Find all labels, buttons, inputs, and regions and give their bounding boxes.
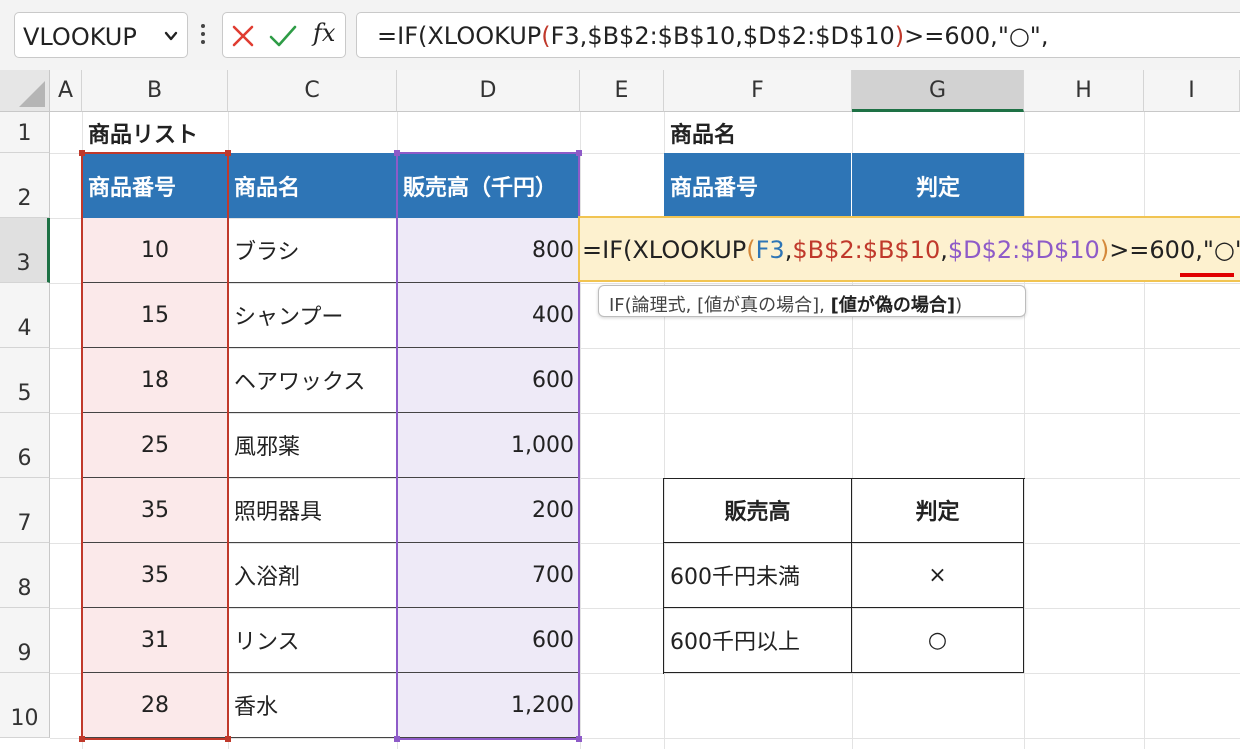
lookup-header-id[interactable]: 商品番号 [664,153,852,218]
range-highlight-d[interactable] [396,152,580,740]
tooltip-current-arg[interactable]: [値が偽の場合] [831,295,955,316]
formula-input[interactable]: =IF(XLOOKUP(F3,$B$2:$B$10,$D$2:$D$10)>=6… [356,12,1240,58]
row-header-5[interactable]: 5 [0,348,50,413]
range-handle[interactable] [576,736,582,742]
row-header-10[interactable]: 10 [0,673,50,738]
row-header-1[interactable]: 1 [0,112,50,153]
error-underline [1180,273,1234,277]
range-handle[interactable] [79,736,85,742]
formula-buttons: fx [222,12,346,58]
formula-part: >=600,"○", [904,22,1049,50]
select-all-button[interactable] [0,70,50,112]
row-header-9[interactable]: 9 [0,608,50,673]
column-header-f[interactable]: F [664,70,852,112]
enter-check-icon[interactable] [269,24,297,48]
formula-part: =IF(XLOOKUP [582,236,747,264]
list-cell-name[interactable]: 照明器具 [228,478,397,543]
function-tooltip[interactable]: IF(論理式, [値が真の場合], [値が偽の場合]) [598,285,1026,317]
list-cell-name[interactable]: 香水 [228,673,397,738]
column-header-e[interactable]: E [580,70,664,112]
column-header-a[interactable]: A [50,70,82,112]
row-header-6[interactable]: 6 [0,413,50,478]
list-cell-name[interactable]: 入浴剤 [228,543,397,608]
list-title[interactable]: 商品リスト [82,112,228,153]
formula-text: =IF(XLOOKUP(F3,$B$2:$B$10,$D$2:$D$10)>=6… [377,22,1048,50]
formula-part: ) [1099,236,1110,264]
list-header-name[interactable]: 商品名 [228,153,397,218]
column-header-d[interactable]: D [397,70,580,112]
formula-part: ( [541,22,551,50]
column-header-g[interactable]: G [852,70,1024,112]
range-handle[interactable] [79,150,85,156]
list-cell-name[interactable]: 風邪薬 [228,413,397,478]
criteria-range[interactable]: 600千円未満 [664,543,852,608]
criteria-range[interactable]: 600千円以上 [664,608,852,673]
range-handle[interactable] [225,150,231,156]
list-cell-name[interactable]: シャンプー [228,283,397,348]
range-handle[interactable] [576,150,582,156]
formula-part: , [940,236,948,264]
formula-bar: VLOOKUP fx =IF(XLOOKUP(F3,$B$2:$B$10,$D$… [0,0,1240,70]
formula-part: =IF(XLOOKUP [377,22,542,50]
criteria-result[interactable]: × [852,543,1024,608]
range-handle[interactable] [225,736,231,742]
formula-part: F3 [755,236,785,264]
column-header-i[interactable]: I [1144,70,1240,112]
cell-edit-formula: =IF(XLOOKUP(F3,$B$2:$B$10,$D$2:$D$10)>=6… [582,236,1240,264]
row-header-2[interactable]: 2 [0,153,50,218]
lookup-title[interactable]: 商品名 [664,112,852,153]
row-header-7[interactable]: 7 [0,478,50,543]
formula-part: ) [894,22,905,50]
formula-part: F3,$B$2:$B$10,$D$2:$D$10 [550,22,895,50]
list-cell-name[interactable]: リンス [228,608,397,673]
lookup-header-result[interactable]: 判定 [852,153,1024,218]
criteria-result[interactable]: ○ [852,608,1024,673]
list-cell-name[interactable]: ヘアワックス [228,348,397,413]
range-highlight-b[interactable] [81,152,229,740]
row-header-4[interactable]: 4 [0,283,50,348]
list-cell-name[interactable]: ブラシ [228,218,397,283]
criteria-header-sales[interactable]: 販売高 [664,478,852,543]
name-box-value: VLOOKUP [23,23,137,51]
chevron-down-icon[interactable] [163,28,179,44]
row-header-3[interactable]: 3 [0,218,50,283]
more-options-icon[interactable] [198,24,208,48]
formula-part: >=600,"○", [1109,236,1240,264]
formula-part: $D$2:$D$10 [947,236,1100,264]
column-header-c[interactable]: C [228,70,397,112]
cell-edit-g3[interactable]: =IF(XLOOKUP(F3,$B$2:$B$10,$D$2:$D$10)>=6… [578,216,1240,282]
cancel-icon[interactable] [231,24,255,48]
name-box[interactable]: VLOOKUP [14,12,188,58]
tooltip-end: ) [955,295,963,316]
row-header-8[interactable]: 8 [0,543,50,608]
criteria-header-result[interactable]: 判定 [852,478,1024,543]
column-header-b[interactable]: B [82,70,228,112]
insert-function-icon[interactable]: fx [313,19,335,47]
worksheet-grid: A B C D E F G H I 1 2 3 4 5 6 7 8 9 10 商… [0,70,1240,749]
formula-part: $B$2:$B$10 [792,236,941,264]
column-header-h[interactable]: H [1024,70,1144,112]
range-handle[interactable] [394,150,400,156]
range-handle[interactable] [394,736,400,742]
tooltip-args: IF(論理式, [値が真の場合], [609,295,831,316]
formula-part: ( [746,236,756,264]
